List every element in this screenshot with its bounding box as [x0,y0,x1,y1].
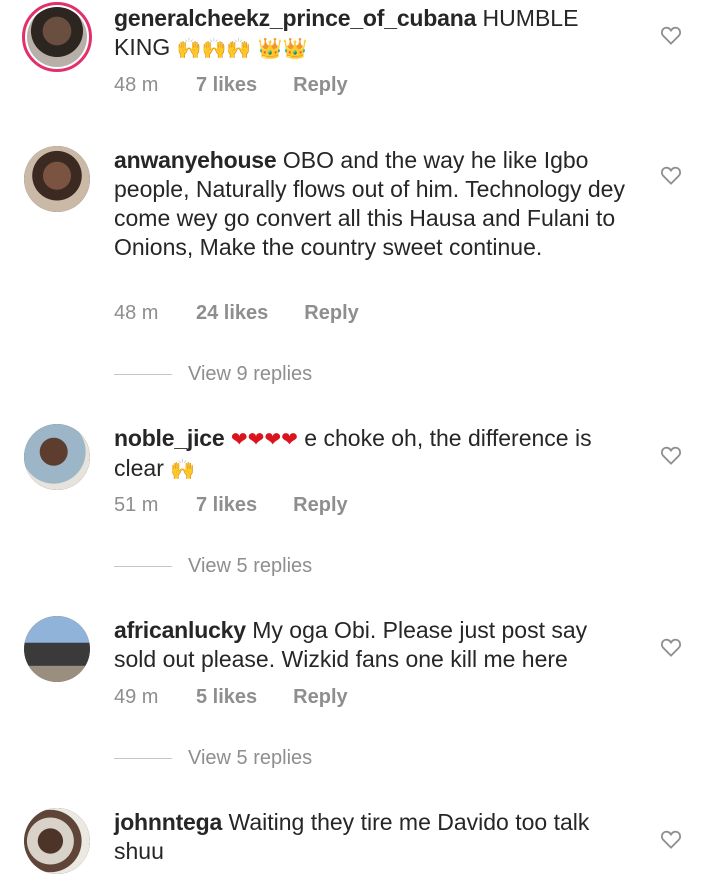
divider [114,565,172,567]
comment-username[interactable]: noble_jice [114,425,225,451]
avatar[interactable] [24,146,90,212]
comment-time: 51 m [114,494,159,516]
like-heart-icon[interactable] [660,24,682,46]
raised-hands-emoji: 🙌🙌🙌 [176,36,252,60]
comment-time: 48 m [114,302,159,324]
reply-button[interactable]: Reply [304,302,358,325]
comment-username[interactable]: anwanyehouse [114,147,277,173]
comment-likes[interactable]: 24 likes [196,302,268,325]
reply-button[interactable]: Reply [293,494,347,517]
comment-likes[interactable]: 5 likes [196,686,257,709]
avatar[interactable] [24,808,90,874]
red-heart-emoji: ❤❤❤❤ [230,427,298,451]
like-heart-icon[interactable] [660,636,682,658]
crown-emoji: 👑👑 [257,36,308,60]
like-heart-icon[interactable] [660,164,682,186]
reply-button[interactable]: Reply [293,686,347,709]
comment-meta: 49 m 5 likes Reply [114,686,348,709]
comment-likes[interactable]: 7 likes [196,74,257,97]
comment-time: 49 m [114,686,159,708]
comment-meta: 51 m 7 likes Reply [114,494,348,517]
comment-username[interactable]: johnntega [114,809,222,835]
raised-hands-emoji: 🙌 [170,457,196,481]
view-replies-label[interactable]: View 9 replies [188,363,312,386]
reply-button[interactable]: Reply [293,74,347,97]
view-replies-label[interactable]: View 5 replies [188,555,312,578]
comment-text: johnntega Waiting they tire me Davido to… [114,808,634,866]
comment-text: anwanyehouse OBO and the way he like Igb… [114,146,634,262]
view-replies[interactable]: View 9 replies [114,360,312,388]
avatar[interactable] [22,2,92,72]
divider [114,373,172,375]
comment-time: 48 m [114,74,159,96]
comment-likes[interactable]: 7 likes [196,494,257,517]
view-replies-label[interactable]: View 5 replies [188,747,312,770]
avatar[interactable] [24,424,90,490]
divider [114,757,172,759]
like-heart-icon[interactable] [660,828,682,850]
comment-text: generalcheekz_prince_of_cubana HUMBLE KI… [114,4,634,63]
like-heart-icon[interactable] [660,444,682,466]
comment-meta: 48 m 24 likes Reply [114,302,359,325]
view-replies[interactable]: View 5 replies [114,552,312,580]
comment-username[interactable]: africanlucky [114,617,246,643]
view-replies[interactable]: View 5 replies [114,744,312,772]
comment-meta: 48 m 7 likes Reply [114,74,348,97]
comment-username[interactable]: generalcheekz_prince_of_cubana [114,5,476,31]
avatar[interactable] [24,616,90,682]
comment-text: africanlucky My oga Obi. Please just pos… [114,616,634,674]
comment-text: noble_jice ❤❤❤❤ e choke oh, the differen… [114,424,634,484]
